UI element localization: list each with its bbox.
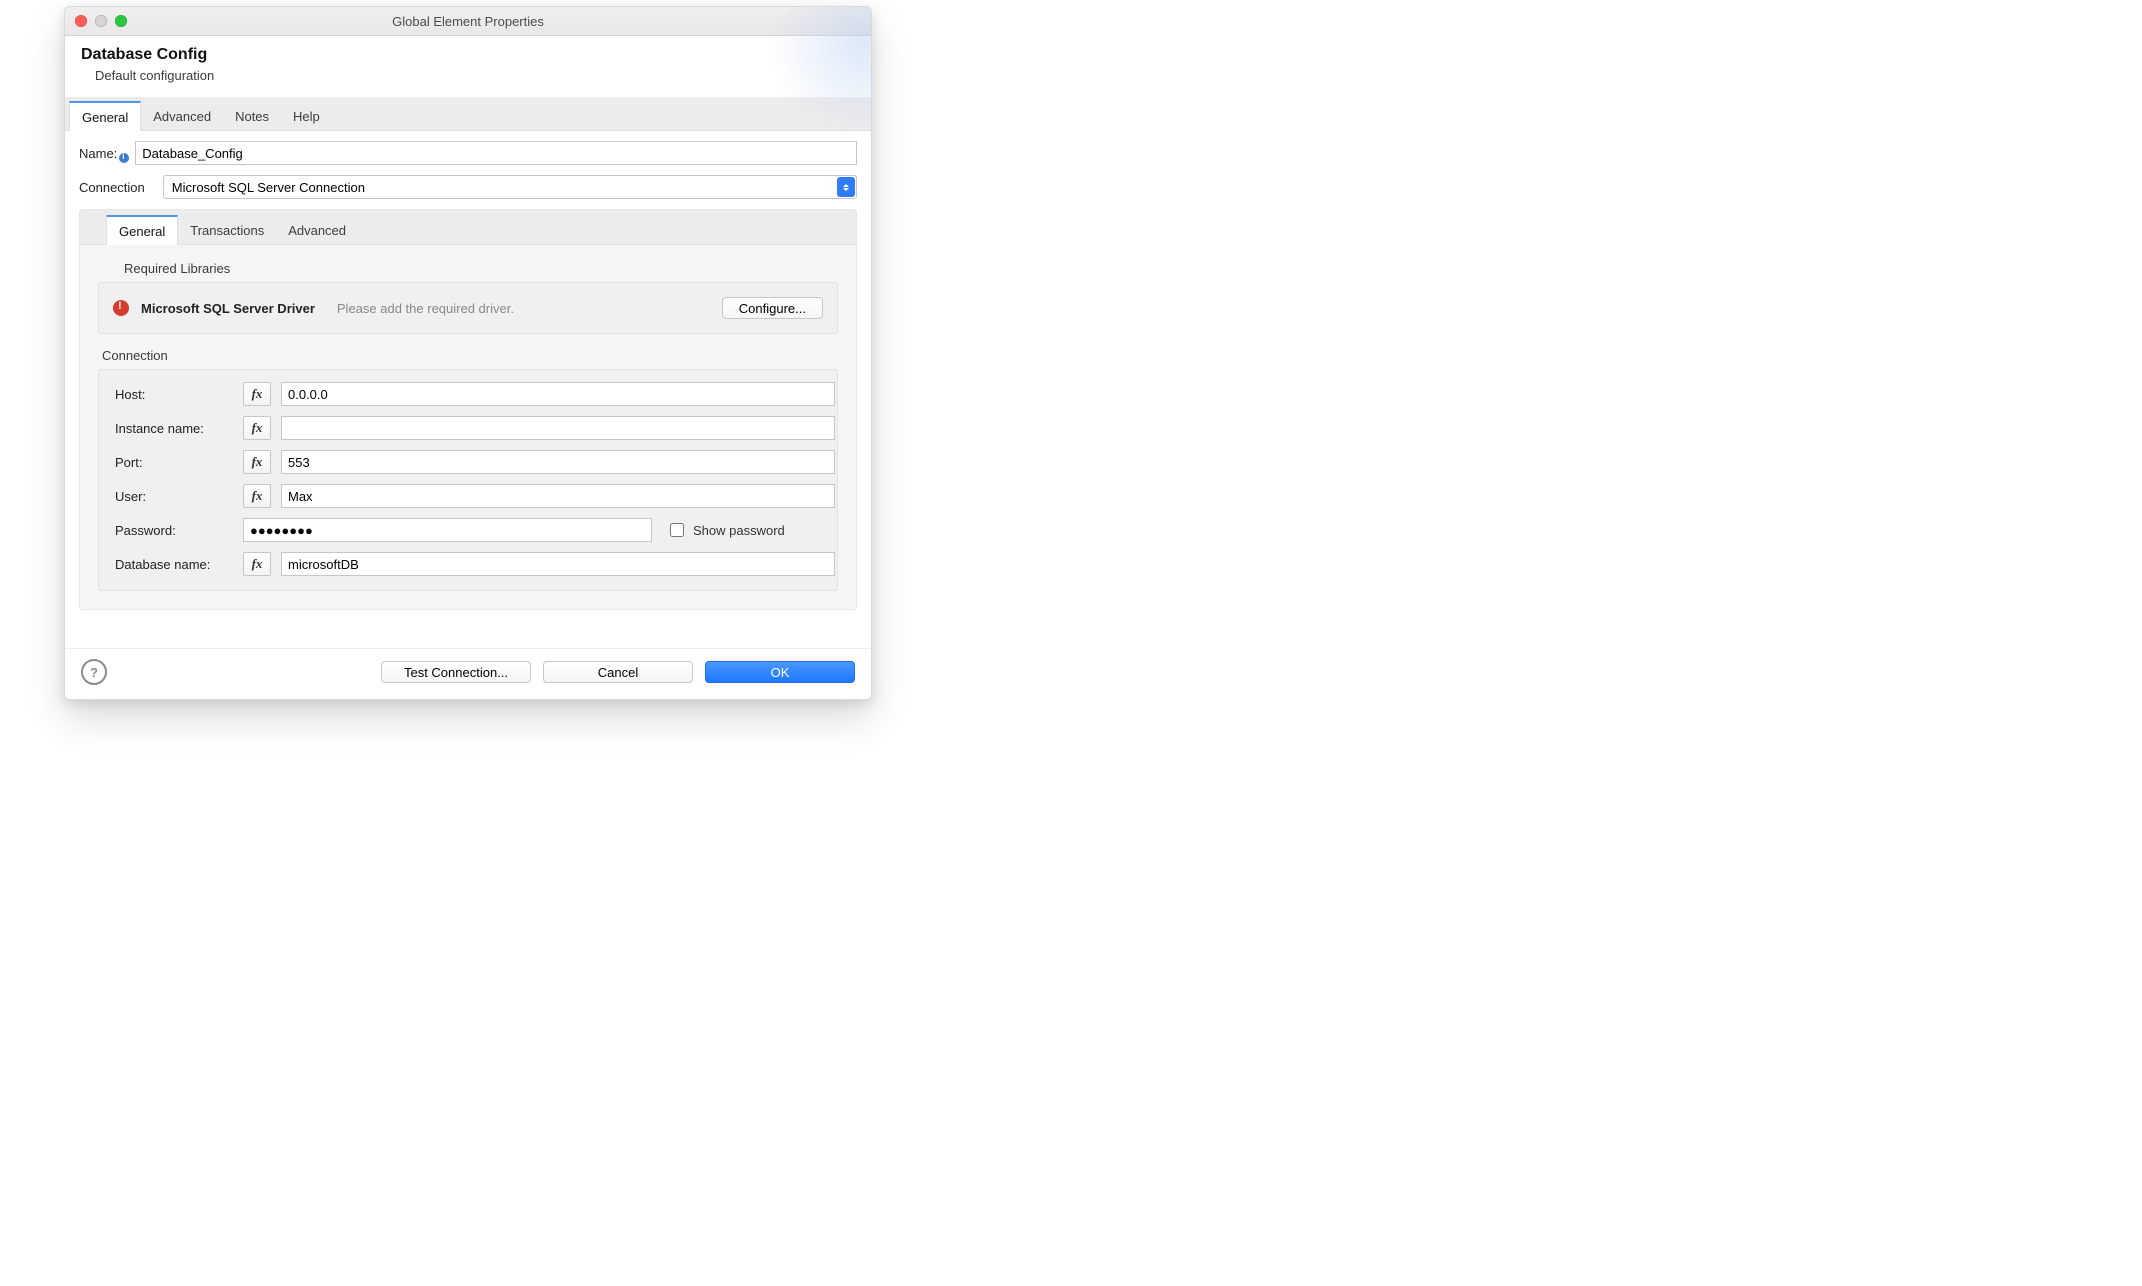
ok-button[interactable]: OK [705, 661, 855, 683]
tab-advanced[interactable]: Advanced [141, 100, 223, 130]
password-row: Password: Show password [115, 518, 821, 542]
fx-icon[interactable]: fx [243, 484, 271, 508]
titlebar: Global Element Properties [65, 7, 871, 36]
host-label: Host: [115, 387, 235, 402]
host-input[interactable] [281, 382, 835, 406]
dialog-body: Name: Connection Microsoft SQL Server Co… [65, 131, 871, 648]
name-row: Name: [79, 141, 857, 165]
required-libraries-label: Required Libraries [124, 261, 838, 276]
fx-icon[interactable]: fx [243, 416, 271, 440]
tab-notes[interactable]: Notes [223, 100, 281, 130]
port-label: Port: [115, 455, 235, 470]
tab-help[interactable]: Help [281, 100, 332, 130]
fx-icon[interactable]: fx [243, 450, 271, 474]
dialog-window: Global Element Properties Database Confi… [64, 6, 872, 700]
tab-general[interactable]: General [69, 101, 141, 131]
info-icon [119, 153, 129, 163]
dbname-input[interactable] [281, 552, 835, 576]
user-input[interactable] [281, 484, 835, 508]
configure-button[interactable]: Configure... [722, 297, 823, 319]
dbname-label: Database name: [115, 557, 235, 572]
host-row: Host: fx [115, 382, 821, 406]
connection-card: Host: fx Instance name: fx Port: fx [98, 369, 838, 591]
instance-label: Instance name: [115, 421, 235, 436]
inner-panel: General Transactions Advanced Required L… [79, 209, 857, 610]
help-icon[interactable]: ? [81, 659, 107, 685]
port-row: Port: fx [115, 450, 821, 474]
show-password-label: Show password [693, 523, 785, 538]
cancel-button[interactable]: Cancel [543, 661, 693, 683]
instance-input[interactable] [281, 416, 835, 440]
instance-row: Instance name: fx [115, 416, 821, 440]
show-password-checkbox[interactable]: Show password [666, 520, 785, 540]
port-input[interactable] [281, 450, 835, 474]
connection-section-label: Connection [102, 348, 838, 363]
window-title: Global Element Properties [65, 14, 871, 29]
inner-tabbar: General Transactions Advanced [80, 210, 856, 245]
outer-tabbar: General Advanced Notes Help [65, 98, 871, 131]
driver-name: Microsoft SQL Server Driver [141, 301, 315, 316]
inner-tab-advanced[interactable]: Advanced [276, 214, 358, 244]
connection-select[interactable]: Microsoft SQL Server Connection [163, 175, 857, 199]
password-label: Password: [115, 523, 235, 538]
user-row: User: fx [115, 484, 821, 508]
driver-message: Please add the required driver. [337, 301, 514, 316]
inner-tab-general[interactable]: General [106, 215, 178, 245]
name-label: Name: [79, 146, 117, 161]
warning-icon [113, 300, 129, 316]
show-password-box[interactable] [670, 523, 684, 537]
dialog-footer: ? Test Connection... Cancel OK [65, 648, 871, 699]
chevron-up-down-icon [837, 177, 855, 197]
dialog-title: Database Config [81, 46, 855, 64]
dialog-subtitle: Default configuration [95, 68, 855, 83]
connection-row: Connection Microsoft SQL Server Connecti… [79, 175, 857, 199]
required-libraries-card: Microsoft SQL Server Driver Please add t… [98, 282, 838, 334]
connection-select-button[interactable]: Microsoft SQL Server Connection [163, 175, 857, 199]
password-input[interactable] [243, 518, 652, 542]
user-label: User: [115, 489, 235, 504]
dialog-header: Database Config Default configuration [65, 36, 871, 98]
fx-icon[interactable]: fx [243, 382, 271, 406]
dbname-row: Database name: fx [115, 552, 821, 576]
fx-icon[interactable]: fx [243, 552, 271, 576]
connection-label: Connection [79, 180, 145, 195]
test-connection-button[interactable]: Test Connection... [381, 661, 531, 683]
name-input[interactable] [135, 141, 857, 165]
inner-body: Required Libraries Microsoft SQL Server … [80, 245, 856, 609]
inner-tab-transactions[interactable]: Transactions [178, 214, 276, 244]
